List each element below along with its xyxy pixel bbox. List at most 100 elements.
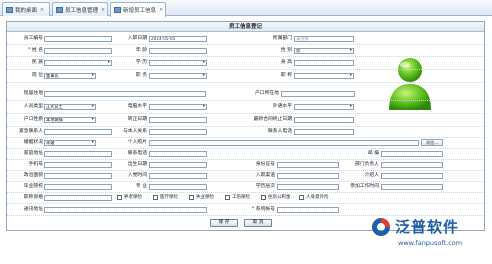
zip-input[interactable] (381, 151, 443, 157)
medical-checkbox[interactable] (153, 195, 158, 200)
pension-checkbox[interactable] (117, 195, 122, 200)
tab-bar: 我的桌面 × 员工信息管理 × 新增员工信息 × (0, 0, 492, 17)
gender-select[interactable]: 男 (294, 48, 354, 54)
degree-label: 学历层次 (255, 184, 275, 189)
relation-input[interactable] (149, 129, 207, 135)
politics-input[interactable] (44, 173, 112, 179)
row-divider (7, 100, 484, 101)
name-label: * 姓 名 (27, 48, 43, 53)
title-select[interactable] (294, 73, 354, 79)
name-input[interactable] (44, 48, 112, 54)
hukou-address-label: 户口所在地 (255, 91, 279, 96)
row-divider (7, 170, 484, 171)
tab-employee-management[interactable]: 员工信息管理 × (52, 2, 108, 16)
accident-checkbox[interactable] (299, 195, 304, 200)
row-divider (7, 181, 484, 182)
marital-label: 婚姻状况 (23, 140, 43, 145)
desktop-icon (6, 6, 13, 13)
hukou-type-select[interactable]: 本地城镇 (44, 117, 96, 123)
emergency-contact-input[interactable] (44, 129, 112, 135)
row-divider (7, 159, 484, 160)
row-divider (7, 82, 484, 83)
avatar-icon (389, 58, 431, 110)
school-label: 毕业院校 (23, 184, 43, 189)
address-input[interactable] (44, 207, 207, 213)
contact-phone-input[interactable] (294, 129, 354, 135)
tab-label: 员工信息管理 (65, 7, 99, 14)
close-icon[interactable]: × (40, 7, 44, 13)
work-start-input[interactable] (381, 184, 443, 190)
row-divider (7, 44, 484, 45)
current-address-label: 现居住地 (23, 91, 43, 96)
row-divider (7, 203, 484, 204)
entry-date-input[interactable]: 2014-05-05 (149, 36, 207, 42)
zip-label: 邮 编 (367, 151, 379, 156)
position-select[interactable]: 董事长 (44, 73, 96, 79)
cancel-button[interactable]: 取 消 (244, 219, 272, 227)
duty-select[interactable] (149, 73, 207, 79)
regular-date-label: 转正日期 (127, 117, 147, 122)
id-card-input[interactable] (277, 162, 339, 168)
age-input[interactable] (149, 48, 207, 54)
birthplace-input[interactable] (44, 151, 112, 157)
regular-date-input[interactable] (149, 117, 207, 123)
entry-channel-input[interactable] (277, 173, 339, 179)
emp-no-label: 员工编号 (23, 36, 43, 41)
mobile-label: 手机号 (28, 162, 43, 167)
phone-label: 联系电话 (127, 151, 147, 156)
major-label: 专 业 (135, 184, 147, 189)
duty-label: 职 务 (135, 73, 147, 78)
address-label: 通讯地址 (23, 207, 43, 212)
save-button[interactable]: 保 存 (210, 219, 238, 227)
marital-select[interactable]: 未婚 (44, 140, 96, 146)
injury-checkbox[interactable] (225, 195, 230, 200)
department-input[interactable]: 请选择 (294, 36, 354, 42)
system-account-input[interactable] (277, 207, 339, 213)
staff-type-select[interactable]: 正式员工 (44, 104, 96, 110)
tab-my-desktop[interactable]: 我的桌面 × (2, 2, 50, 16)
computer-level-select[interactable] (149, 104, 207, 110)
row-divider (7, 126, 484, 127)
work-start-label: 参加工作时间 (350, 184, 379, 189)
contract-end-input[interactable] (294, 117, 354, 123)
introducer-label: 介绍人 (364, 173, 379, 178)
phone-input[interactable] (149, 151, 207, 157)
emp-no-input[interactable] (44, 36, 112, 42)
major-input[interactable] (149, 184, 207, 190)
join-party-input[interactable] (149, 173, 207, 179)
qualifications-input[interactable] (44, 195, 112, 201)
education-select[interactable] (149, 60, 207, 66)
tab-new-employee[interactable]: 新增员工信息 × (110, 2, 166, 17)
dept-head-input[interactable] (381, 162, 443, 168)
form-icon (114, 7, 121, 13)
employee-form: 员工信息登记 员工编号 入职日期 2014-05-05 所属部门 请选择 * 姓… (6, 21, 485, 231)
id-card-label: 身份证号 (255, 162, 275, 167)
degree-input[interactable] (277, 184, 339, 190)
age-label: 年 龄 (135, 48, 147, 53)
tab-label: 新增员工信息 (123, 8, 157, 14)
housing-fund-label: 住房公积金 (268, 195, 291, 200)
current-address-input[interactable] (44, 91, 206, 97)
ethnicity-label: 民 族 (31, 60, 43, 65)
close-icon[interactable]: × (159, 7, 163, 13)
medical-label: 医疗保险 (160, 195, 178, 200)
politics-label: 政治面貌 (23, 173, 43, 178)
photo-path-input[interactable] (149, 140, 419, 146)
unemployment-checkbox[interactable] (189, 195, 194, 200)
housing-fund-checkbox[interactable] (261, 195, 266, 200)
mobile-input[interactable] (44, 162, 112, 168)
browse-button[interactable]: 浏览... (421, 139, 443, 146)
close-icon[interactable]: × (101, 7, 105, 13)
school-input[interactable] (44, 184, 112, 190)
hukou-address-input[interactable] (281, 91, 355, 97)
position-label: 岗 位 (31, 73, 43, 78)
height-input[interactable] (294, 60, 354, 66)
join-party-label: 入党时间 (127, 173, 147, 178)
folder-icon (56, 6, 63, 13)
foreign-level-select[interactable] (294, 104, 354, 110)
ethnicity-select[interactable] (44, 60, 112, 66)
brand-mark-icon (372, 218, 390, 236)
birth-date-input[interactable] (149, 162, 207, 168)
introducer-input[interactable] (381, 173, 443, 179)
entry-date-label: 入职日期 (127, 36, 147, 41)
